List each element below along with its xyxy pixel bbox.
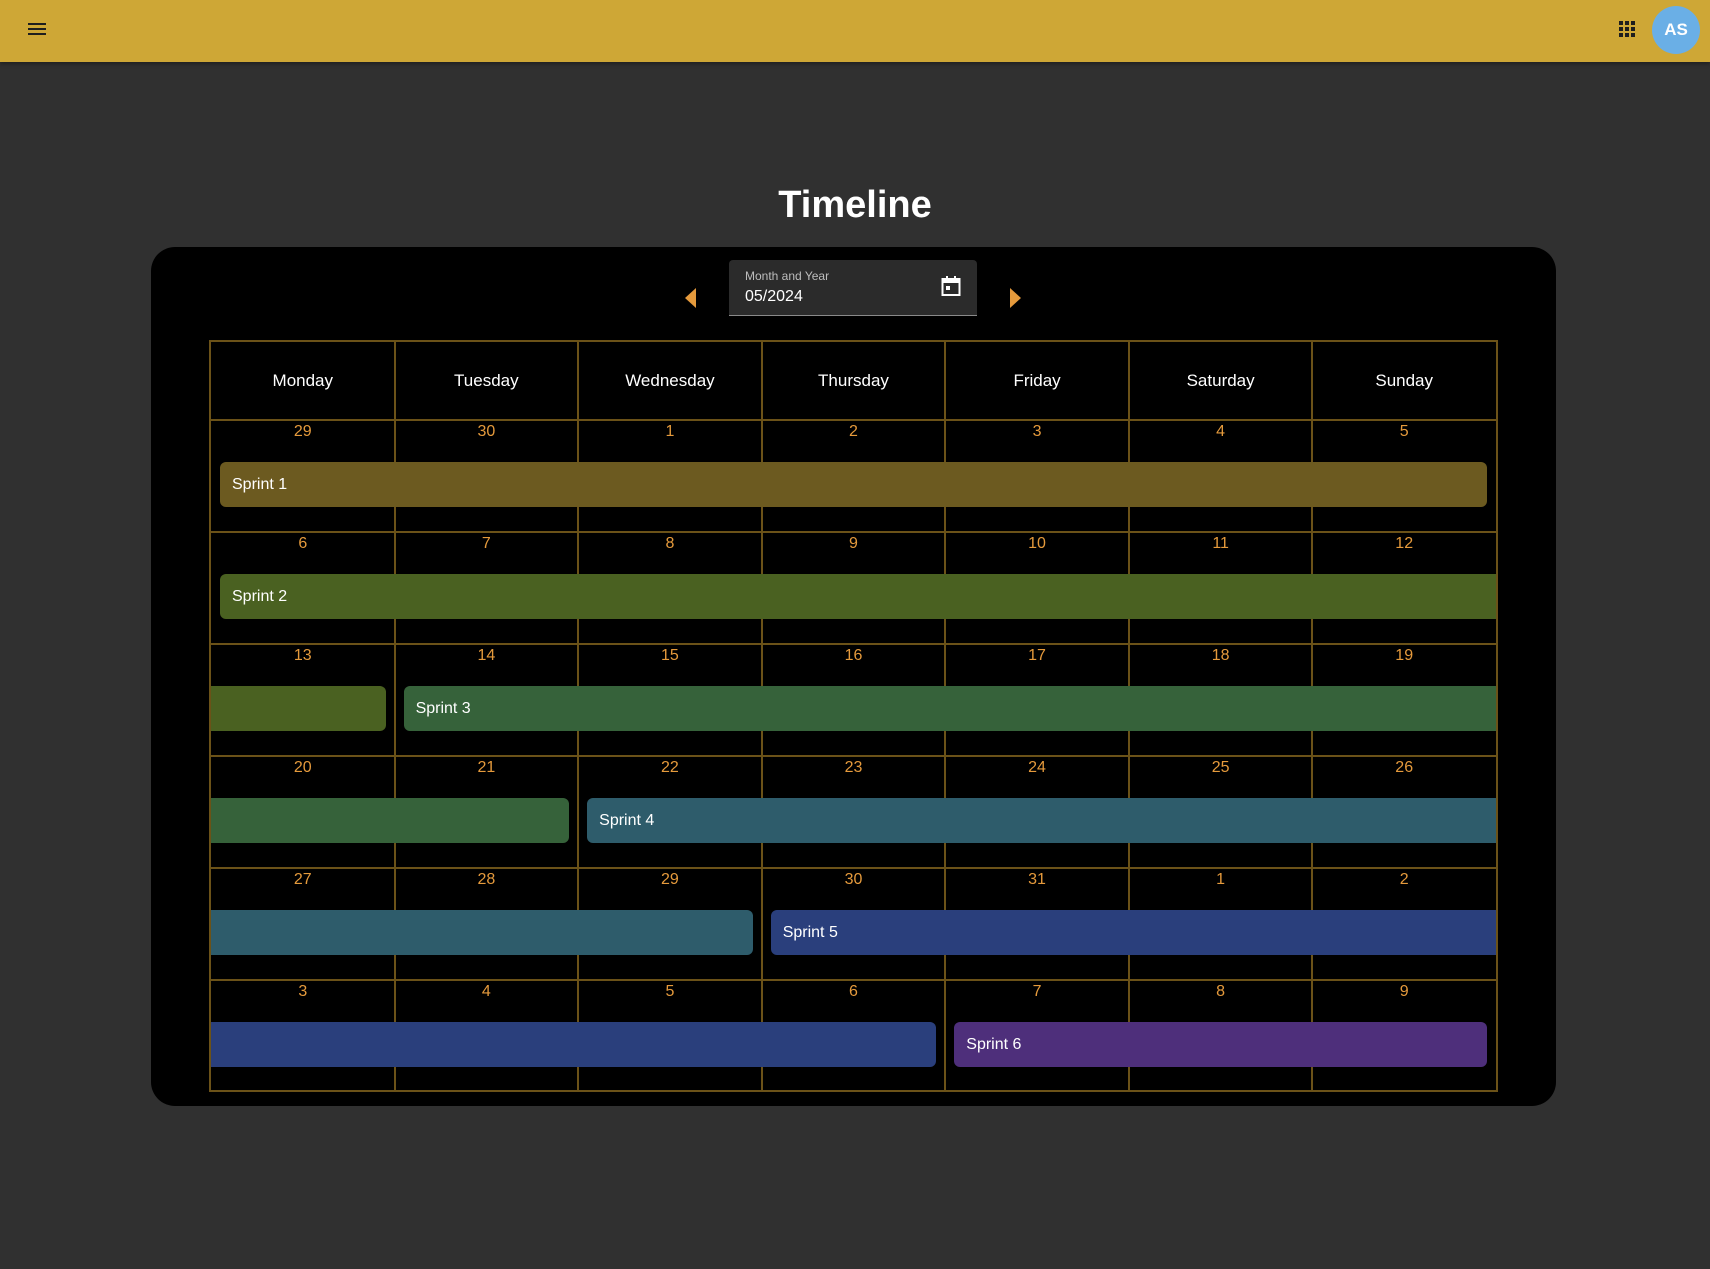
weekday-header-tuesday: Tuesday: [454, 371, 519, 390]
grid-column-line: [393, 342, 396, 1090]
day-number[interactable]: 26: [1312, 759, 1496, 777]
month-year-input[interactable]: [745, 286, 925, 308]
previous-month-button[interactable]: [682, 287, 700, 313]
day-number[interactable]: 24: [945, 759, 1129, 777]
sprint-bar-4[interactable]: Sprint 4: [587, 798, 1496, 843]
day-number[interactable]: 8: [578, 535, 762, 553]
sprint-bar-1[interactable]: Sprint 1: [220, 462, 1487, 507]
day-number[interactable]: 4: [1129, 423, 1313, 441]
apps-grid-icon: [1618, 20, 1636, 43]
day-number[interactable]: 5: [1312, 423, 1496, 441]
day-number[interactable]: 3: [945, 423, 1129, 441]
day-number[interactable]: 6: [762, 983, 946, 1001]
sprint-bar-2[interactable]: Sprint 2: [220, 574, 1496, 619]
calendar-button[interactable]: [937, 274, 965, 302]
sprint-label: Sprint 2: [232, 587, 288, 605]
weekday-header-thursday: Thursday: [818, 371, 889, 390]
day-number[interactable]: 9: [762, 535, 946, 553]
day-number[interactable]: 21: [395, 759, 579, 777]
grid-row-line: [211, 755, 1496, 757]
sprint-label: Sprint 4: [599, 811, 655, 829]
day-number[interactable]: 4: [395, 983, 579, 1001]
grid-row-line: [211, 867, 1496, 869]
day-number[interactable]: 31: [945, 871, 1129, 889]
sprint-bar-6[interactable]: Sprint 6: [954, 1022, 1487, 1067]
sprint-bar-3[interactable]: [211, 798, 570, 843]
arrow-right-icon: [1009, 287, 1021, 313]
day-number[interactable]: 17: [945, 647, 1129, 665]
menu-button[interactable]: [22, 16, 52, 46]
weekday-header-sunday: Sunday: [1375, 371, 1434, 390]
day-number[interactable]: 30: [762, 871, 946, 889]
day-number[interactable]: 15: [578, 647, 762, 665]
top-toolbar: AS: [0, 0, 1710, 62]
day-number[interactable]: 14: [395, 647, 579, 665]
day-number[interactable]: 1: [1129, 871, 1313, 889]
page-title: Timeline: [778, 184, 932, 226]
day-number[interactable]: 16: [762, 647, 946, 665]
day-number[interactable]: 7: [945, 983, 1129, 1001]
day-number[interactable]: 1: [578, 423, 762, 441]
day-number[interactable]: 10: [945, 535, 1129, 553]
apps-button[interactable]: [1612, 16, 1642, 46]
day-number[interactable]: 28: [395, 871, 579, 889]
menu-icon: [27, 21, 47, 42]
day-number[interactable]: 2: [762, 423, 946, 441]
day-number[interactable]: 22: [578, 759, 762, 777]
day-number[interactable]: 13: [211, 647, 395, 665]
arrow-left-icon: [685, 287, 697, 313]
sprint-label: Sprint 1: [232, 475, 288, 493]
sprint-bar-4[interactable]: [211, 910, 753, 955]
grid-row-line: [211, 643, 1496, 645]
day-number[interactable]: 29: [578, 871, 762, 889]
day-number[interactable]: 18: [1129, 647, 1313, 665]
sprint-label: Sprint 5: [782, 923, 838, 941]
grid-row-line: [211, 979, 1496, 981]
day-number[interactable]: 9: [1312, 983, 1496, 1001]
day-number[interactable]: 3: [211, 983, 395, 1001]
day-number[interactable]: 30: [395, 423, 579, 441]
next-month-button[interactable]: [1006, 287, 1024, 313]
day-number[interactable]: 12: [1312, 535, 1496, 553]
weekday-header-friday: Friday: [1013, 371, 1061, 390]
day-number[interactable]: 5: [578, 983, 762, 1001]
day-number[interactable]: 29: [211, 423, 395, 441]
calendar-icon: [941, 275, 961, 302]
day-number[interactable]: 11: [1129, 535, 1313, 553]
month-year-label: Month and Year: [745, 269, 830, 283]
day-number[interactable]: 25: [1129, 759, 1313, 777]
day-number[interactable]: 8: [1129, 983, 1313, 1001]
day-number[interactable]: 7: [395, 535, 579, 553]
weekday-header-wednesday: Wednesday: [625, 371, 715, 390]
month-year-field[interactable]: Month and Year: [729, 260, 977, 316]
sprint-bar-5[interactable]: [211, 1022, 937, 1067]
weekday-header-monday: Monday: [272, 371, 334, 390]
avatar[interactable]: AS: [1652, 6, 1700, 54]
day-number[interactable]: 20: [211, 759, 395, 777]
day-number[interactable]: 6: [211, 535, 395, 553]
sprint-label: Sprint 3: [415, 699, 471, 717]
grid-row-line: [211, 531, 1496, 533]
day-number[interactable]: 2: [1312, 871, 1496, 889]
day-number[interactable]: 27: [211, 871, 395, 889]
weekday-header-saturday: Saturday: [1186, 371, 1255, 390]
day-number[interactable]: 19: [1312, 647, 1496, 665]
sprint-bar-3[interactable]: Sprint 3: [403, 686, 1496, 731]
calendar-grid: Monday Tuesday Wednesday Thursday Friday Satu…: [209, 340, 1498, 1092]
day-number[interactable]: 23: [762, 759, 946, 777]
sprint-bar-5[interactable]: Sprint 5: [770, 910, 1496, 955]
sprint-bar-2[interactable]: [211, 686, 386, 731]
sprint-label: Sprint 6: [966, 1035, 1022, 1053]
